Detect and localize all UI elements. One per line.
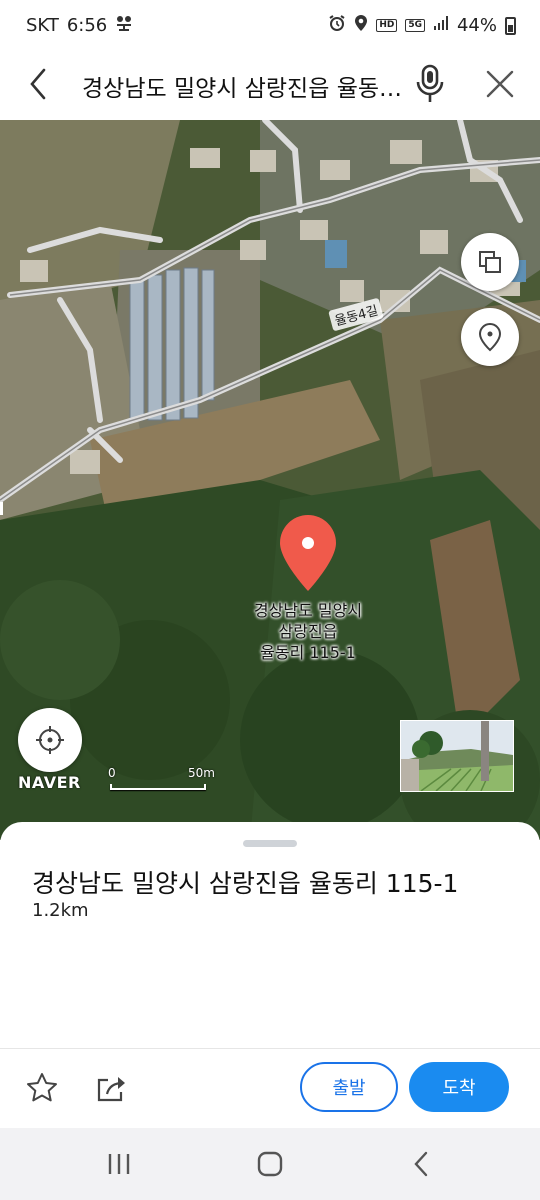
place-address: 경상남도 밀양시 삼랑진읍 율동리 115-1 bbox=[32, 869, 459, 898]
home-button[interactable] bbox=[256, 1150, 284, 1178]
place-distance: 1.2km bbox=[32, 900, 89, 921]
close-icon bbox=[486, 70, 514, 98]
back-button[interactable] bbox=[22, 64, 62, 104]
location-pin-icon bbox=[478, 322, 502, 352]
crosshair-icon bbox=[36, 726, 64, 754]
home-icon bbox=[257, 1151, 283, 1177]
location-icon bbox=[354, 14, 368, 37]
search-query[interactable]: 경상남도 밀양시 삼랑진읍 율동리 115-1 bbox=[82, 69, 412, 103]
clock: 6:56 bbox=[66, 15, 108, 36]
system-nav-bar bbox=[0, 1128, 540, 1200]
divider bbox=[0, 1048, 540, 1049]
status-right: HD 5G 44% bbox=[328, 14, 516, 37]
set-start-button[interactable]: 출발 bbox=[300, 1062, 398, 1112]
status-left: SKT 6:56 bbox=[26, 14, 133, 37]
marker-label: 경상남도 밀양시 삼랑진읍 율동리 115-1 bbox=[210, 600, 406, 663]
save-favorite-button[interactable] bbox=[24, 1070, 60, 1106]
place-bottom-sheet: 경상남도 밀양시 삼랑진읍 율동리 115-1 1.2km 출발 도착 bbox=[0, 822, 540, 1128]
street-photo bbox=[401, 721, 513, 791]
signal-icon bbox=[433, 15, 449, 36]
voice-search-button[interactable] bbox=[410, 62, 450, 106]
layers-icon bbox=[479, 251, 501, 273]
destination-marker[interactable] bbox=[276, 513, 340, 593]
notification-icon bbox=[115, 14, 133, 37]
scale-end-label: 50m bbox=[188, 766, 215, 780]
star-icon bbox=[27, 1073, 57, 1102]
set-destination-button[interactable]: 도착 bbox=[409, 1062, 509, 1112]
chevron-left-icon bbox=[30, 68, 46, 100]
hd-voice-icon: HD bbox=[376, 19, 398, 32]
back-arrow-icon bbox=[414, 1151, 428, 1177]
battery-icon bbox=[505, 16, 516, 35]
street-photo-thumbnail[interactable] bbox=[400, 720, 514, 792]
carrier-label: SKT bbox=[26, 15, 59, 36]
naver-logo: NAVER bbox=[18, 773, 81, 792]
status-bar: SKT 6:56 HD 5G 44% bbox=[0, 0, 540, 52]
share-icon bbox=[97, 1077, 125, 1102]
system-back-button[interactable] bbox=[408, 1150, 436, 1178]
marker-label-line: 삼랑진읍 bbox=[278, 622, 338, 641]
network-type: 5G bbox=[405, 19, 425, 32]
scale-bar bbox=[110, 784, 206, 790]
marker-label-line: 율동리 115-1 bbox=[260, 643, 356, 662]
current-location-button[interactable] bbox=[18, 708, 82, 772]
recent-apps-icon bbox=[108, 1154, 130, 1174]
search-header: 경상남도 밀양시 삼랑진읍 율동리 115-1 bbox=[0, 52, 540, 120]
scale-start-label: 0 bbox=[108, 766, 116, 780]
map-pin-icon bbox=[280, 515, 336, 591]
sheet-drag-handle[interactable] bbox=[243, 840, 297, 847]
marker-label-line: 경상남도 밀양시 bbox=[253, 601, 363, 620]
alarm-icon bbox=[328, 14, 346, 37]
recent-apps-button[interactable] bbox=[105, 1150, 133, 1178]
clear-search-button[interactable] bbox=[480, 62, 520, 106]
microphone-icon bbox=[416, 64, 444, 102]
my-places-button[interactable] bbox=[461, 308, 519, 366]
battery-level: 44% bbox=[456, 15, 497, 36]
map-scale: 0 50m bbox=[108, 766, 215, 790]
layers-button[interactable] bbox=[461, 233, 519, 291]
share-button[interactable] bbox=[94, 1070, 130, 1106]
